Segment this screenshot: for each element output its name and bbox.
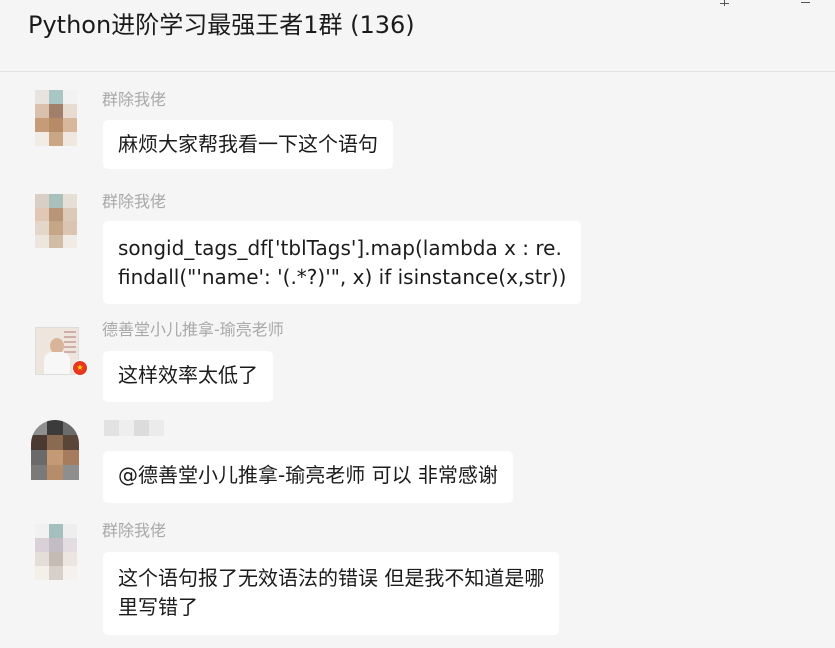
sender-name-blurred xyxy=(104,420,164,436)
avatar[interactable] xyxy=(35,524,77,580)
sender-name: 群除我佬 xyxy=(102,90,167,109)
message-text: @德善堂小儿推拿-瑜亮老师 可以 非常感谢 xyxy=(118,463,498,487)
message-text-line: findall("'name': '(.*?)'", x) if isinsta… xyxy=(118,265,567,289)
chat-header: Python进阶学习最强王者1群 (136) xyxy=(0,0,835,72)
flag-badge-icon: ★ xyxy=(72,360,88,376)
message-text: 麻烦大家帮我看一下这个语句 xyxy=(118,132,378,156)
message-bubble[interactable]: 这样效率太低了 xyxy=(103,351,273,402)
message-text-line: songid_tags_df['tblTags'].map(lambda x :… xyxy=(118,236,562,260)
avatar[interactable] xyxy=(31,420,79,480)
avatar[interactable] xyxy=(35,194,77,248)
message-bubble[interactable]: songid_tags_df['tblTags'].map(lambda x :… xyxy=(103,221,582,304)
message-text: 这样效率太低了 xyxy=(118,363,258,387)
avatar[interactable] xyxy=(35,90,77,146)
message-bubble[interactable]: @德善堂小儿推拿-瑜亮老师 可以 非常感谢 xyxy=(103,451,513,503)
chat-title: Python进阶学习最强王者1群 (136) xyxy=(28,11,415,39)
sender-name: 德善堂小儿推拿-瑜亮老师 xyxy=(102,320,284,339)
message-bubble[interactable]: 这个语句报了无效语法的错误 但是我不知道是哪 里写错了 xyxy=(103,552,560,635)
message-text-line: 里写错了 xyxy=(118,595,198,619)
pin-icon[interactable] xyxy=(717,0,733,10)
message-text-line: 这个语句报了无效语法的错误 但是我不知道是哪 xyxy=(118,566,545,590)
sender-name: 群除我佬 xyxy=(102,521,167,540)
minimize-icon[interactable] xyxy=(798,0,814,10)
message-bubble[interactable]: 麻烦大家帮我看一下这个语句 xyxy=(103,120,393,169)
sender-name: 群除我佬 xyxy=(102,192,167,211)
